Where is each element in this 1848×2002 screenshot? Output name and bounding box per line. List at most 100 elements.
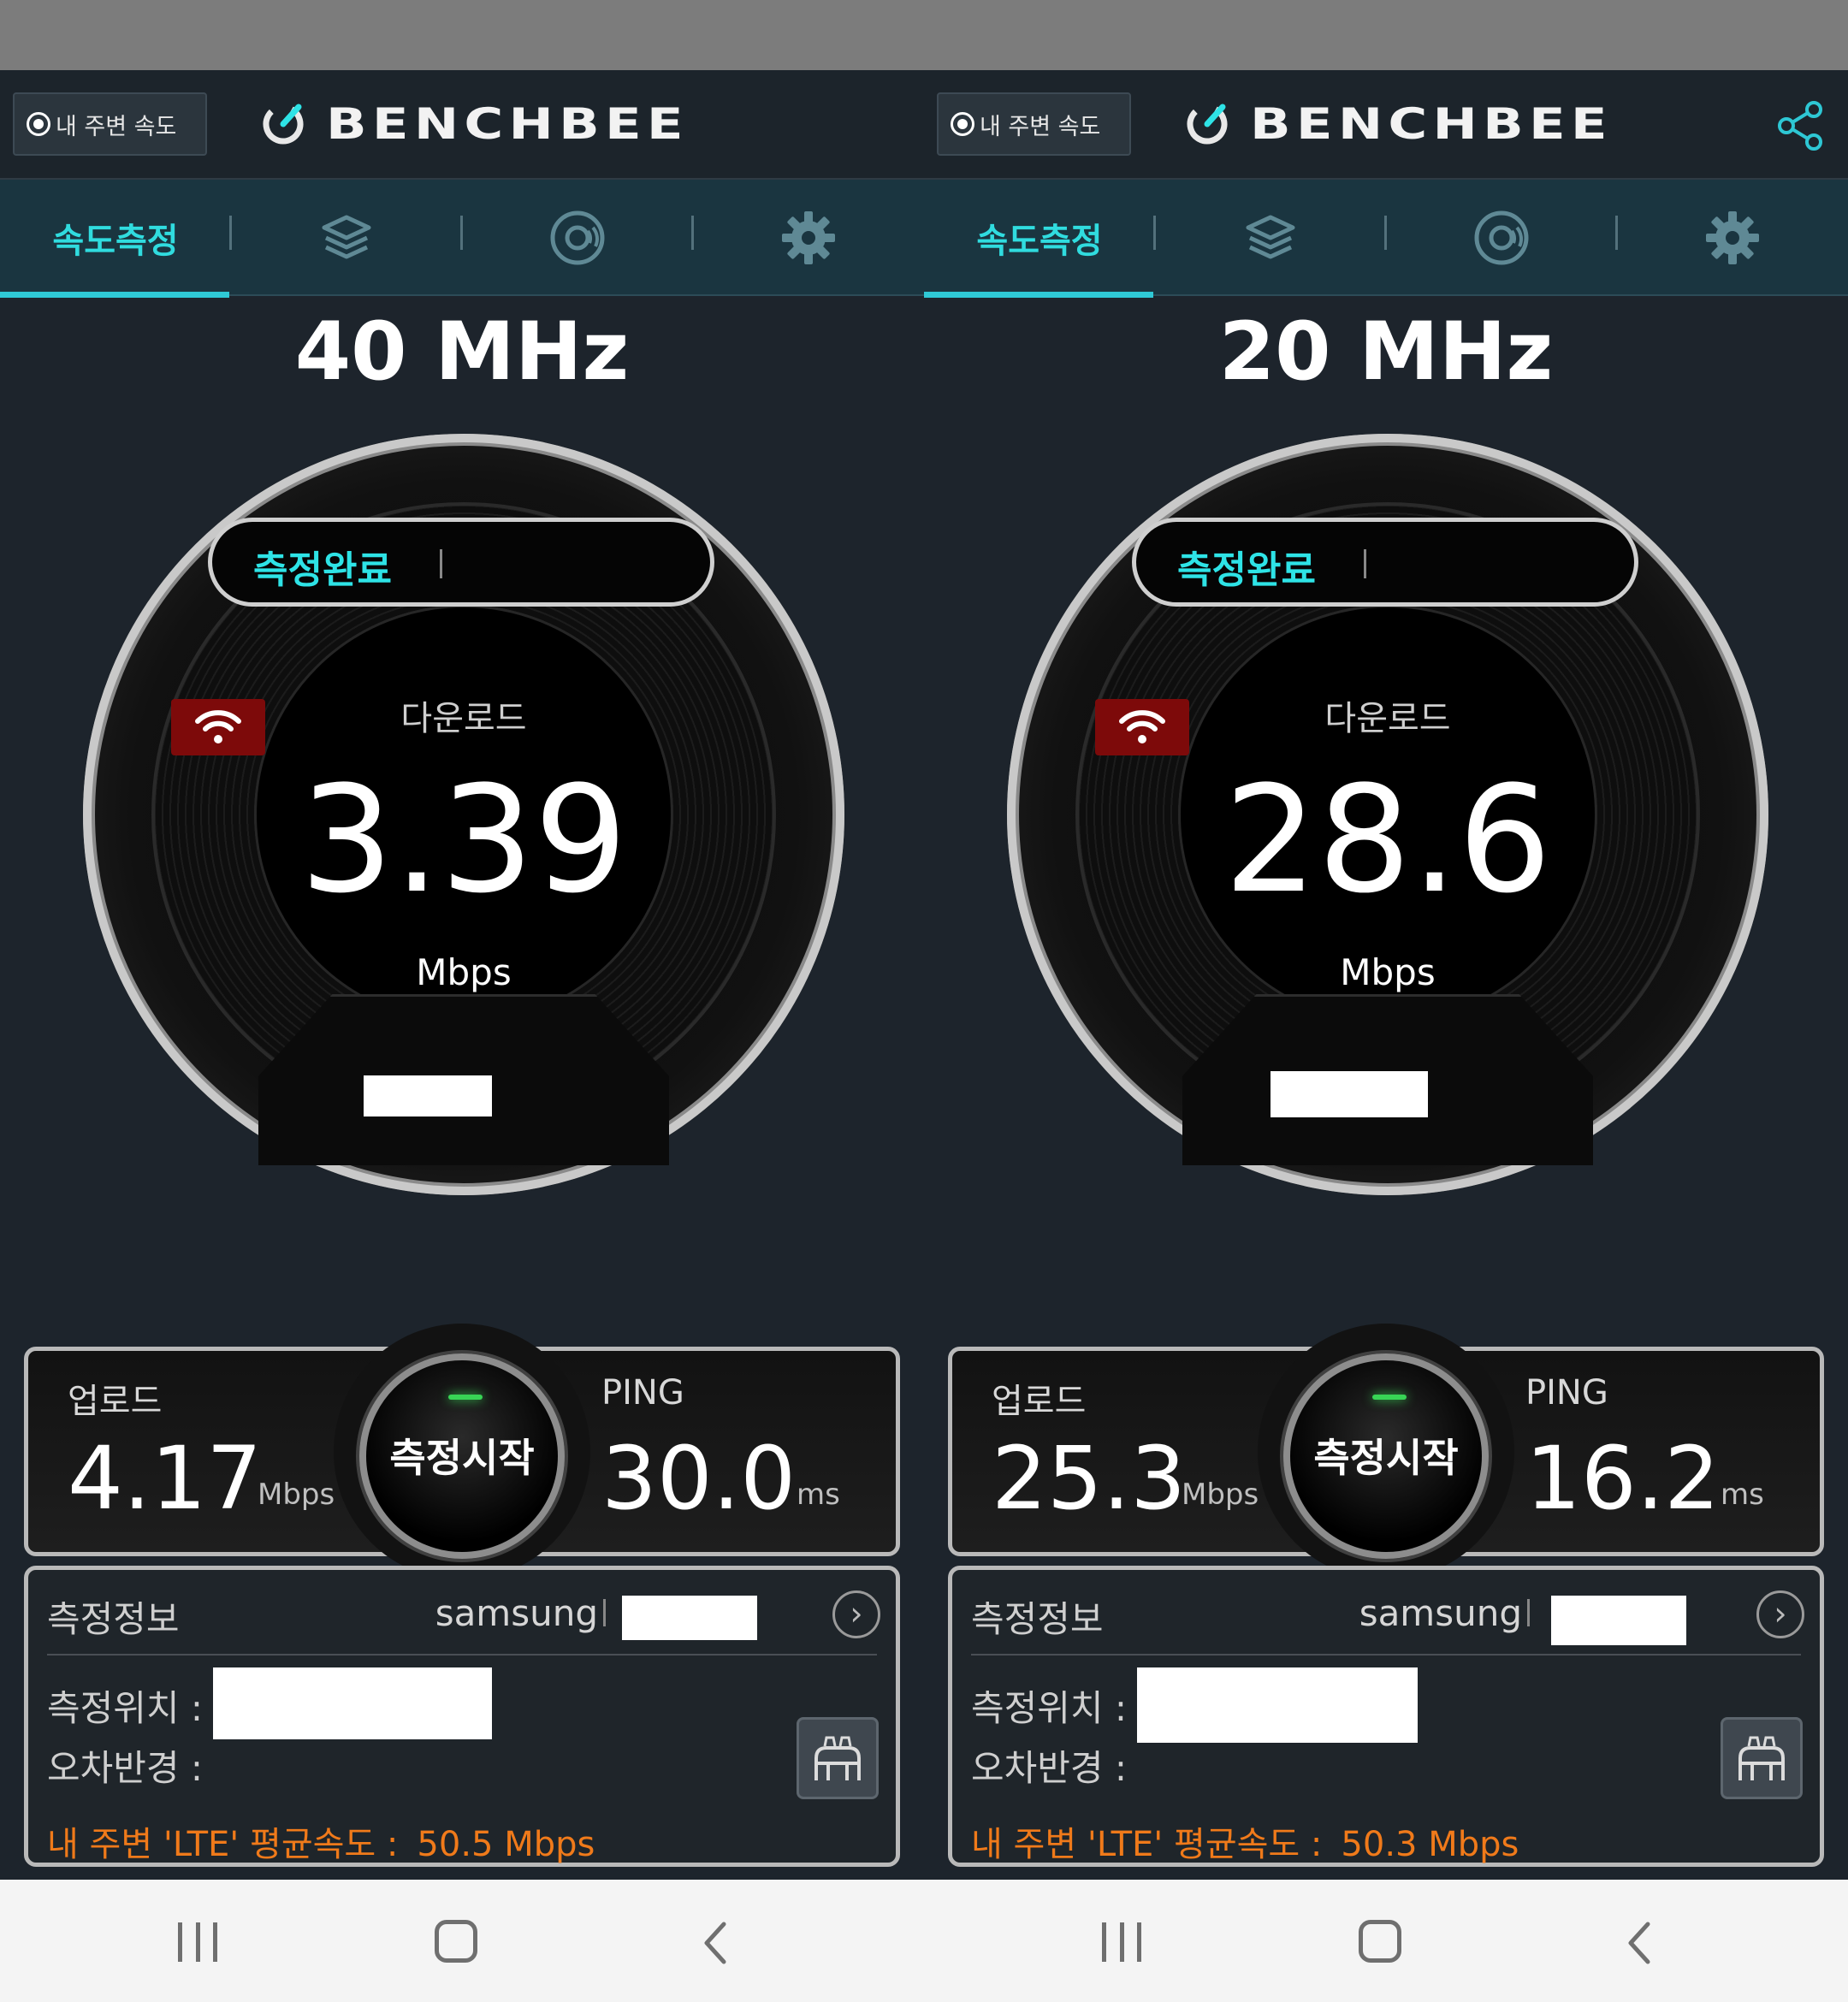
ping-label: PING	[601, 1373, 684, 1413]
nearby-speed-button[interactable]: 내 주변 속도	[937, 92, 1131, 156]
measurement-status: 측정완료	[1177, 548, 1316, 592]
redacted-area	[213, 1667, 492, 1739]
radio-icon	[27, 112, 50, 136]
upload-value: 4.17	[68, 1428, 263, 1530]
redacted-area	[1270, 1071, 1428, 1117]
app-header: 내 주변 속도 BENCHBEE	[0, 70, 924, 180]
brand-name: BENCHBEE	[1250, 99, 1613, 149]
tab-speed-test[interactable]: 속도측정	[0, 180, 231, 298]
location-label: 측정위치 :	[47, 1687, 204, 1729]
download-label: 다운로드	[1324, 699, 1451, 738]
chevron-right-icon[interactable]: ›	[832, 1590, 880, 1638]
location-label: 측정위치 :	[971, 1687, 1128, 1729]
frequency-title: 20 MHz	[1218, 305, 1554, 399]
benchbee-gauge-icon	[1187, 104, 1228, 145]
app-header: 내 주변 속도 BENCHBEE	[924, 70, 1848, 180]
download-label: 다운로드	[400, 699, 527, 738]
tab-speed-test-label: 속도측정	[52, 222, 179, 261]
average-speed-label: 내 주변 'LTE' 평균속도 :	[47, 1825, 399, 1864]
device-name: samsung	[435, 1592, 598, 1634]
tab-layers[interactable]	[231, 180, 462, 296]
radio-icon	[951, 112, 974, 136]
measurement-info-panel: 측정정보 samsung › 측정위치 : 오차반경 : 내 주변 'LTE' …	[24, 1566, 900, 1867]
error-radius-label: 오차반경 :	[971, 1747, 1128, 1789]
benchbee-logo: BENCHBEE	[259, 99, 684, 149]
status-led	[1372, 1395, 1407, 1400]
ping-value: 16.2	[1525, 1428, 1721, 1530]
back-icon[interactable]	[1615, 1917, 1667, 1969]
speed-gauge: 측정완료 다운로드 3.39 Mbps	[83, 434, 844, 1195]
status-bar	[0, 0, 1848, 70]
layers-icon	[1246, 215, 1295, 259]
info-divider	[603, 1599, 606, 1626]
map-button[interactable]	[797, 1717, 879, 1799]
measurement-status: 측정완료	[253, 548, 392, 592]
start-test-button[interactable]: 측정시작	[359, 1353, 565, 1559]
start-test-label: 측정시작	[1313, 1435, 1459, 1481]
home-icon[interactable]	[1359, 1920, 1401, 1963]
start-test-label: 측정시작	[389, 1435, 535, 1481]
recent-apps-icon[interactable]	[178, 1922, 217, 1962]
tab-settings[interactable]	[693, 180, 924, 296]
upload-unit: Mbps	[258, 1478, 335, 1512]
benchbee-gauge-icon	[263, 104, 304, 145]
ping-label: PING	[1525, 1373, 1608, 1413]
history-disc-icon	[1474, 210, 1529, 265]
nearby-speed-label: 내 주변 속도	[56, 113, 177, 140]
tab-bar: 속도측정	[0, 180, 924, 298]
average-speed-value: 50.3 Mbps	[1341, 1825, 1519, 1864]
speedtest-panel-40mhz: 내 주변 속도 BENCHBEE 속도측정 40 MHz 측정완료 다운로드 3…	[0, 70, 924, 1880]
frequency-title: 40 MHz	[294, 305, 630, 399]
average-speed-value: 50.5 Mbps	[417, 1825, 595, 1864]
tab-layers[interactable]	[1155, 180, 1386, 296]
error-radius-label: 오차반경 :	[47, 1747, 204, 1789]
start-test-button[interactable]: 측정시작	[1283, 1353, 1489, 1559]
status-divider	[440, 549, 442, 578]
nearby-average-speed: 내 주변 'LTE' 평균속도 : 50.3 Mbps	[971, 1816, 1519, 1866]
ping-unit: ms	[1721, 1478, 1764, 1512]
active-tab-indicator	[924, 292, 1153, 298]
map-icon	[814, 1736, 861, 1780]
upload-unit: Mbps	[1182, 1478, 1259, 1512]
upload-label: 업로드	[68, 1382, 163, 1421]
map-icon	[1738, 1736, 1785, 1780]
back-icon[interactable]	[691, 1917, 743, 1969]
nearby-speed-button[interactable]: 내 주변 속도	[13, 92, 207, 156]
tab-speed-test[interactable]: 속도측정	[924, 180, 1155, 298]
tab-history[interactable]	[462, 180, 693, 296]
redacted-area	[1137, 1667, 1418, 1743]
download-speed-unit: Mbps	[1340, 951, 1436, 993]
gear-icon	[1706, 211, 1759, 264]
average-speed-label: 내 주변 'LTE' 평균속도 :	[971, 1825, 1323, 1864]
download-speed-unit: Mbps	[416, 951, 512, 993]
nearby-average-speed: 내 주변 'LTE' 평균속도 : 50.5 Mbps	[47, 1816, 595, 1866]
active-tab-indicator	[0, 292, 229, 298]
divider	[47, 1654, 877, 1656]
home-icon[interactable]	[435, 1920, 477, 1963]
share-icon[interactable]	[1774, 99, 1827, 152]
device-name: samsung	[1359, 1592, 1522, 1634]
tab-bar: 속도측정	[924, 180, 1848, 298]
status-divider	[1364, 549, 1366, 578]
tab-settings[interactable]	[1617, 180, 1848, 296]
tab-history[interactable]	[1386, 180, 1617, 296]
benchbee-logo: BENCHBEE	[1183, 99, 1608, 149]
measurement-status-pill: 측정완료	[208, 518, 714, 607]
speedtest-panel-20mhz: 내 주변 속도 BENCHBEE 속도측정 20 MHz 측정완료 다운로드 2…	[924, 70, 1848, 1880]
chevron-right-icon[interactable]: ›	[1756, 1590, 1804, 1638]
ping-unit: ms	[797, 1478, 840, 1512]
info-divider	[1527, 1599, 1530, 1626]
download-speed-value: 28.6	[1223, 754, 1552, 926]
info-title: 측정정보	[971, 1598, 1104, 1640]
layers-icon	[322, 215, 371, 259]
speed-gauge: 측정완료 다운로드 28.6 Mbps	[1007, 434, 1768, 1195]
map-button[interactable]	[1721, 1717, 1803, 1799]
divider	[971, 1654, 1801, 1656]
measurement-info-panel: 측정정보 samsung › 측정위치 : 오차반경 : 내 주변 'LTE' …	[948, 1566, 1824, 1867]
recent-apps-icon[interactable]	[1102, 1922, 1141, 1962]
system-navigation-bar	[0, 1880, 1848, 2002]
measurement-status-pill: 측정완료	[1132, 518, 1638, 607]
info-title: 측정정보	[47, 1598, 180, 1640]
nearby-speed-label: 내 주변 속도	[980, 113, 1101, 140]
status-led	[448, 1395, 483, 1400]
